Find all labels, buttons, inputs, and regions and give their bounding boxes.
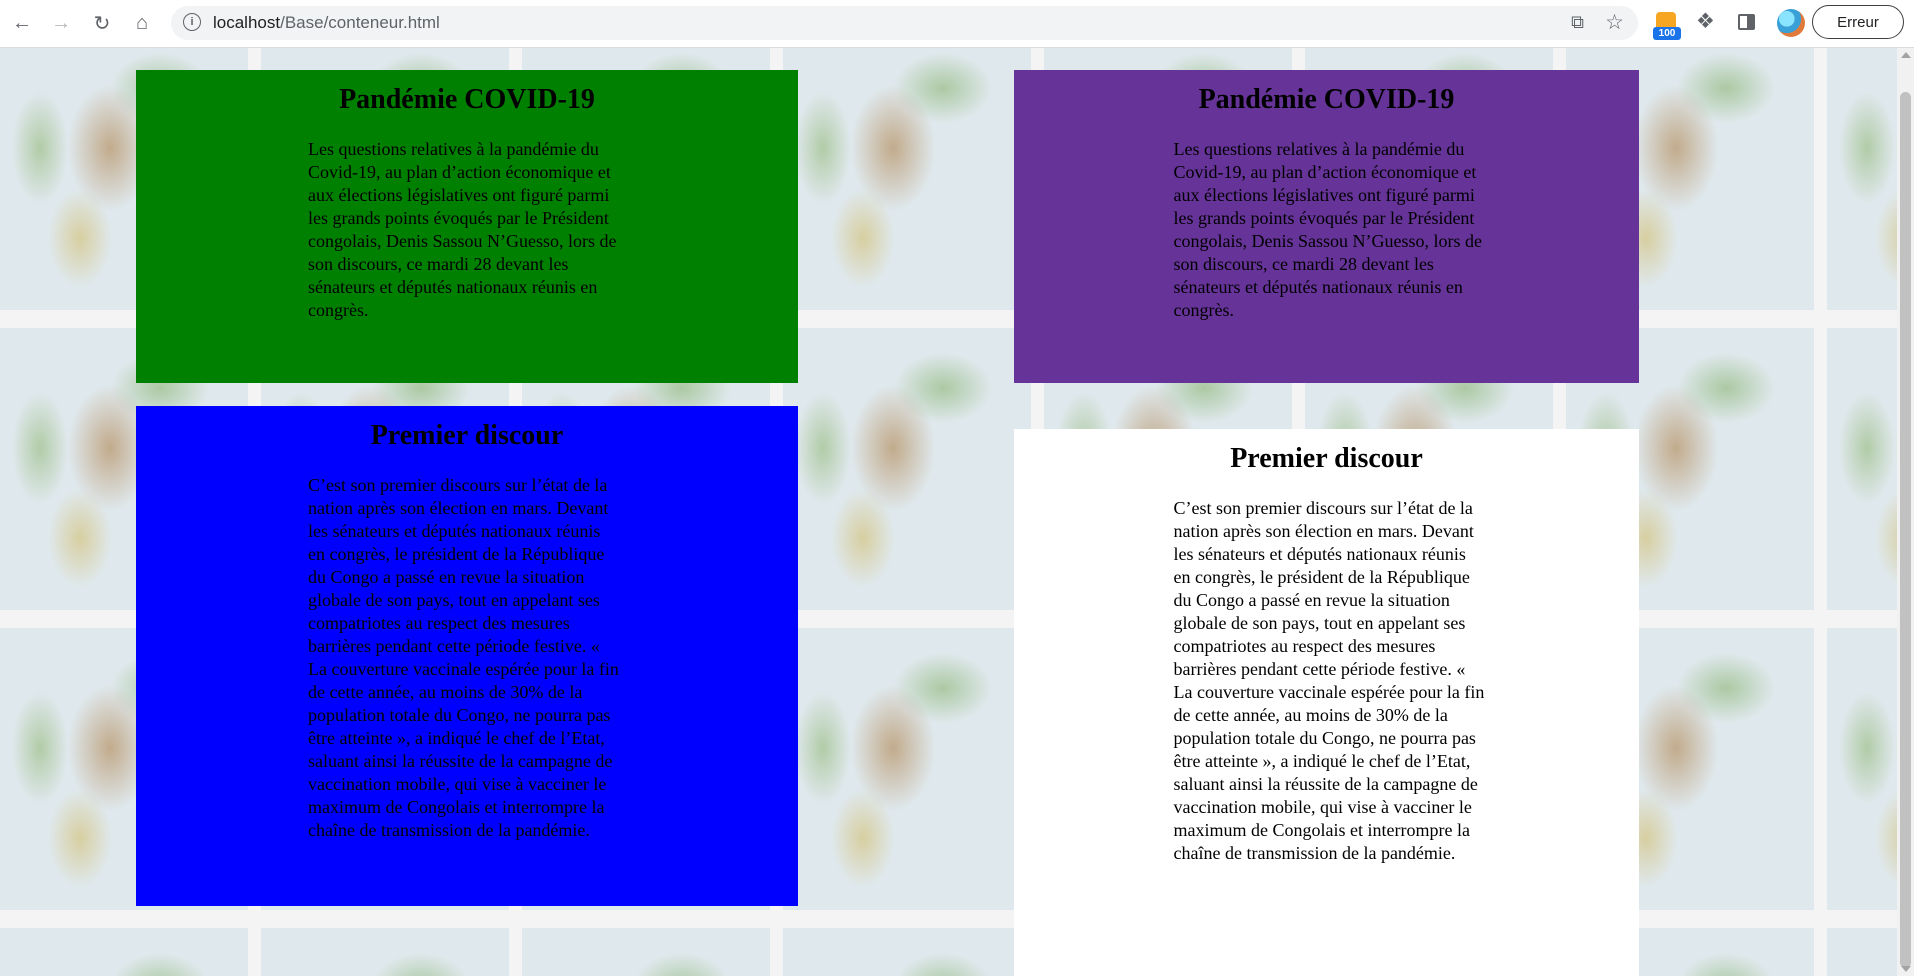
box-title: Pandémie COVID-19 <box>339 84 595 115</box>
content-box-green: Pandémie COVID-19 Les questions relative… <box>136 70 798 383</box>
bookmark-star-icon[interactable]: ☆ <box>1605 10 1624 35</box>
vertical-scrollbar[interactable] <box>1897 48 1914 976</box>
box-text: Les questions relatives à la pandémie du… <box>308 139 617 320</box>
box-title: Premier discour <box>370 420 564 451</box>
page-background-map: Pandémie COVID-19 Les questions relative… <box>0 48 1897 976</box>
box-title: Pandémie COVID-19 <box>1198 84 1455 115</box>
box-text: Les questions relatives à la pandémie du… <box>1173 139 1482 320</box>
scroll-up-arrow-icon[interactable] <box>1901 52 1911 58</box>
extensions-puzzle-icon[interactable]: ❖ <box>1696 9 1715 34</box>
share-icon[interactable]: ⧉ <box>1571 12 1584 33</box>
box-title: Premier discour <box>1230 443 1423 474</box>
content-box-white: Premier discour C’est son premier discou… <box>1014 429 1639 976</box>
extension-badge: 100 <box>1653 27 1681 40</box>
url-text[interactable]: localhost/Base/conteneur.html <box>213 13 440 33</box>
scrollbar-thumb[interactable] <box>1900 92 1911 968</box>
url-path: /Base/conteneur.html <box>280 13 440 32</box>
profile-avatar[interactable] <box>1777 9 1805 37</box>
browser-toolbar: ← → ↻ ⌂ i localhost/Base/conteneur.html … <box>0 0 1914 48</box>
site-info-icon[interactable]: i <box>183 13 201 31</box>
home-icon[interactable]: ⌂ <box>127 8 157 38</box>
scroll-down-arrow-icon[interactable] <box>1901 966 1911 972</box>
content-box-purple: Pandémie COVID-19 Les questions relative… <box>1014 70 1639 383</box>
box-text: C’est son premier discours sur l’état de… <box>1173 498 1485 863</box>
url-host: localhost <box>213 13 281 32</box>
address-bar[interactable]: i localhost/Base/conteneur.html ⧉ ☆ <box>171 6 1638 40</box>
back-arrow-icon[interactable]: ← <box>7 8 37 38</box>
side-panel-icon[interactable] <box>1738 14 1755 30</box>
content-box-blue: Premier discour C’est son premier discou… <box>136 406 798 906</box>
box-text: C’est son premier discours sur l’état de… <box>308 475 619 840</box>
reload-icon[interactable]: ↻ <box>87 8 117 38</box>
forward-arrow-icon[interactable]: → <box>46 8 76 38</box>
profile-error-button[interactable]: Erreur <box>1812 5 1904 39</box>
